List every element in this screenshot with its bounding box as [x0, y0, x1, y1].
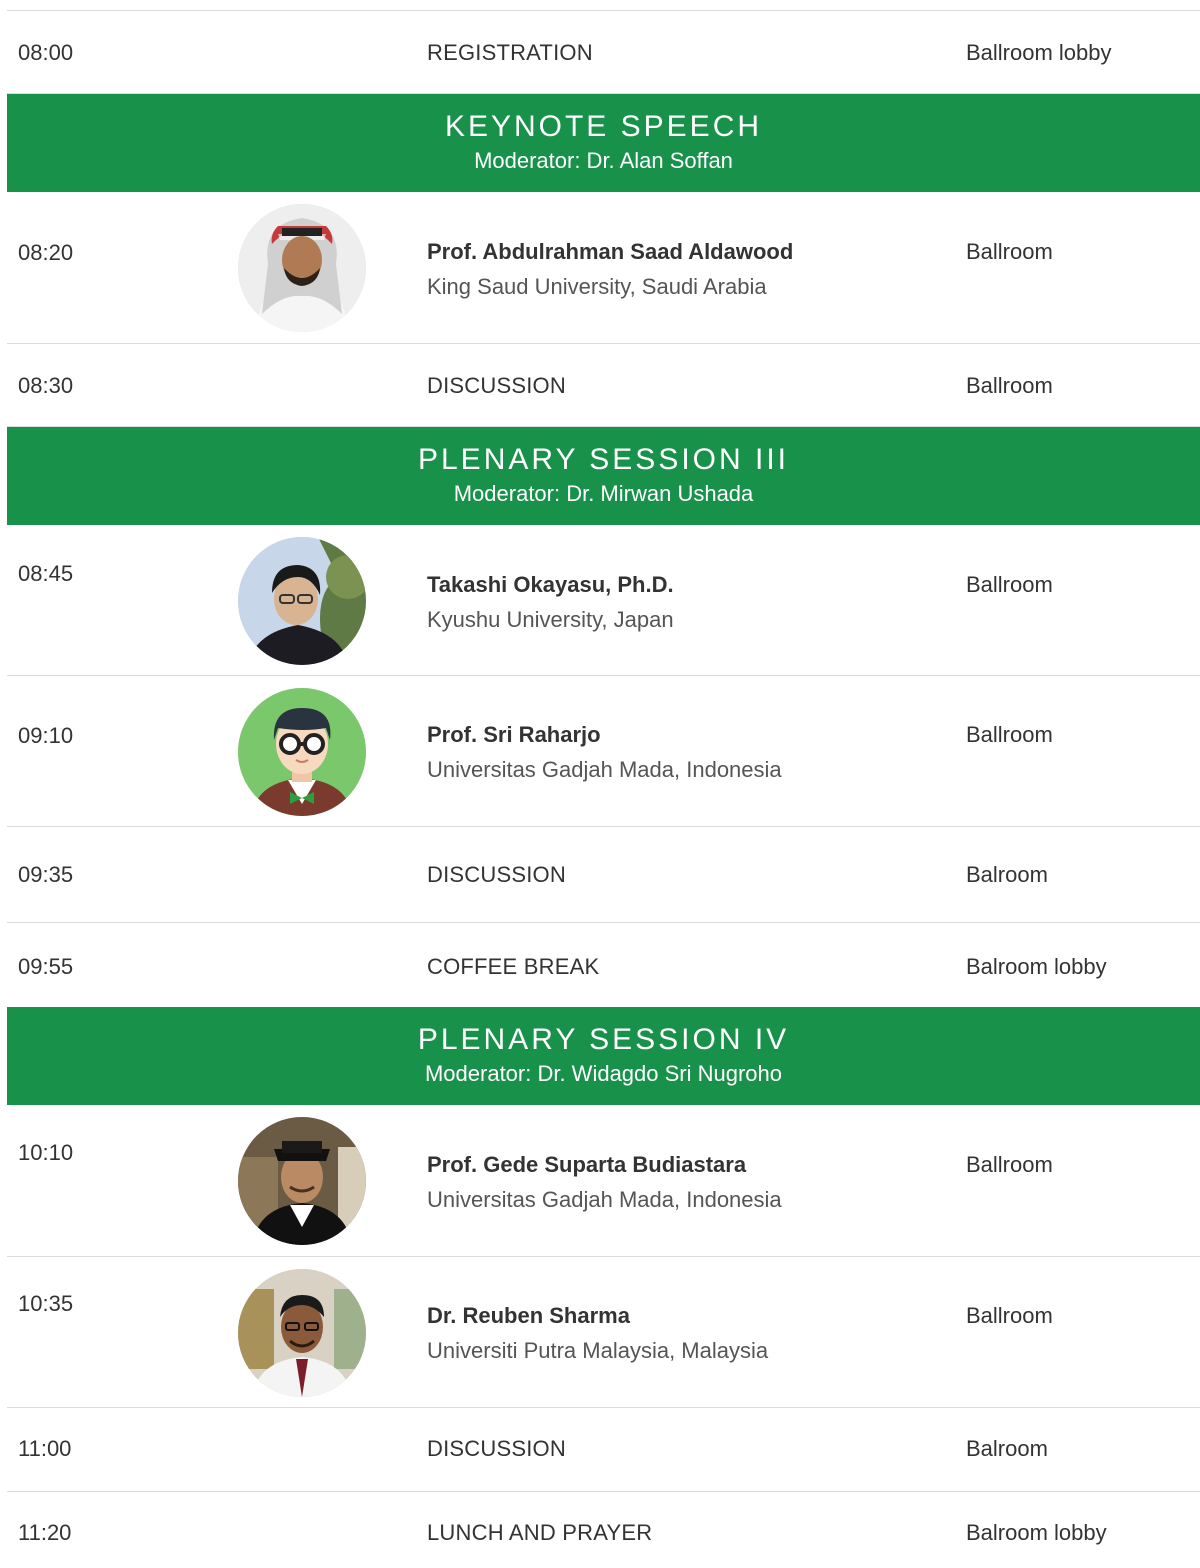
row-title: REGISTRATION	[427, 40, 593, 65]
speaker-name: Prof. Gede Suparta Budiastara	[427, 1152, 747, 1177]
row-room: Ballroom	[966, 1152, 1053, 1177]
row-time: 08:45	[18, 561, 74, 586]
conference-schedule: 08:00 REGISTRATION Ballroom lobby KEYNOT…	[0, 0, 1200, 1568]
schedule-row-speaker: 10:10 Prof. Gede Suparta Budiastara Univ…	[7, 1105, 1200, 1257]
speaker-photo	[238, 1117, 366, 1245]
speaker-photo	[238, 688, 366, 816]
row-room: Balroom lobby	[966, 954, 1107, 979]
row-room: Ballroom	[966, 373, 1053, 398]
row-title: DISCUSSION	[427, 1436, 566, 1461]
row-time: 08:30	[18, 373, 74, 398]
schedule-row-speaker: 08:20 Prof. Abdulrahman Saad Aldawood Ki…	[7, 192, 1200, 344]
row-title: DISCUSSION	[427, 373, 566, 398]
row-time: 08:20	[18, 240, 74, 265]
row-room: Balroom lobby	[966, 1520, 1107, 1545]
session-title: PLENARY SESSION III	[417, 443, 790, 476]
speaker-name: Prof. Sri Raharjo	[427, 722, 601, 747]
row-time: 11:00	[18, 1436, 72, 1461]
speaker-photo	[238, 1269, 366, 1397]
row-time: 10:35	[18, 1291, 74, 1316]
session-moderator: Moderator: Dr. Mirwan Ushada	[453, 481, 754, 506]
row-time: 09:10	[18, 723, 74, 748]
schedule-row-speaker: 09:10 Prof. Sri Raharjo Universitas Gadj…	[7, 676, 1200, 827]
row-room: Ballroom	[966, 239, 1053, 264]
row-time: 10:10	[18, 1140, 74, 1165]
row-title: LUNCH AND PRAYER	[427, 1520, 653, 1545]
row-room: Balroom	[966, 862, 1048, 887]
schedule-row: 11:20 LUNCH AND PRAYER Balroom lobby	[7, 1492, 1200, 1568]
speaker-photo	[238, 537, 366, 665]
portrait-photo-icon	[238, 1269, 366, 1397]
speaker-affiliation: Universitas Gadjah Mada, Indonesia	[427, 757, 782, 782]
row-time: 09:55	[18, 954, 74, 979]
schedule-row-speaker: 10:35 Dr. Reuben Sharma Universiti Putra…	[7, 1257, 1200, 1408]
row-room: Ballroom	[966, 572, 1053, 597]
row-room: Balroom	[966, 1436, 1048, 1461]
avatar-illustration-icon	[238, 688, 366, 816]
row-room: Ballroom	[966, 722, 1053, 747]
speaker-name: Prof. Abdulrahman Saad Aldawood	[427, 239, 794, 264]
session-banner-plenary-iii: PLENARY SESSION III Moderator: Dr. Mirwa…	[7, 427, 1200, 525]
row-time: 11:20	[18, 1520, 72, 1545]
schedule-row: 09:35 DISCUSSION Balroom	[7, 827, 1200, 923]
schedule-row: 08:00 REGISTRATION Ballroom lobby	[7, 11, 1200, 94]
portrait-photo-icon	[238, 537, 366, 665]
session-banner-keynote: KEYNOTE SPEECH Moderator: Dr. Alan Soffa…	[7, 94, 1200, 192]
portrait-photo-icon	[238, 1117, 366, 1245]
session-title: KEYNOTE SPEECH	[444, 110, 763, 143]
speaker-affiliation: Kyushu University, Japan	[427, 607, 674, 632]
session-banner-plenary-iv: PLENARY SESSION IV Moderator: Dr. Widagd…	[7, 1007, 1200, 1105]
row-title: COFFEE BREAK	[427, 954, 600, 979]
speaker-affiliation: Universiti Putra Malaysia, Malaysia	[427, 1338, 769, 1363]
row-time: 09:35	[18, 862, 74, 887]
session-moderator: Moderator: Dr. Alan Soffan	[474, 148, 733, 173]
schedule-row: 09:55 COFFEE BREAK Balroom lobby	[7, 923, 1200, 1007]
speaker-photo	[238, 204, 366, 332]
speaker-affiliation: Universitas Gadjah Mada, Indonesia	[427, 1187, 782, 1212]
speaker-affiliation: King Saud University, Saudi Arabia	[427, 274, 767, 299]
row-title: DISCUSSION	[427, 862, 566, 887]
schedule-row-speaker: 08:45 Takashi Okayasu, Ph.D. Kyushu Univ…	[7, 525, 1200, 676]
session-moderator: Moderator: Dr. Widagdo Sri Nugroho	[424, 1061, 783, 1086]
portrait-photo-icon	[238, 204, 366, 332]
speaker-name: Dr. Reuben Sharma	[427, 1303, 630, 1328]
row-room: Ballroom	[966, 1303, 1053, 1328]
row-room: Ballroom lobby	[966, 40, 1112, 65]
schedule-row: 11:00 DISCUSSION Balroom	[7, 1408, 1200, 1492]
row-time: 08:00	[18, 40, 74, 65]
schedule-row: 08:30 DISCUSSION Ballroom	[7, 344, 1200, 427]
session-title: PLENARY SESSION IV	[417, 1023, 790, 1056]
speaker-name: Takashi Okayasu, Ph.D.	[427, 572, 674, 597]
